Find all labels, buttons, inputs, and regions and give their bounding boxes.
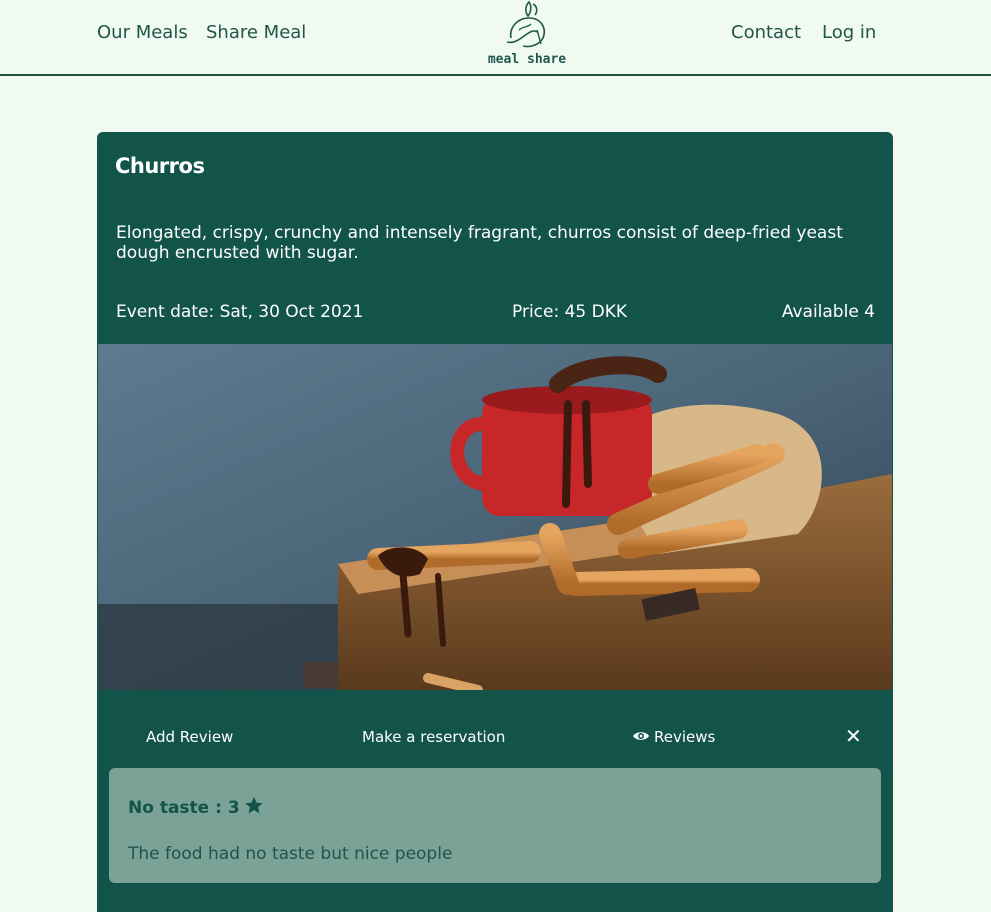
reviews-label: Reviews <box>654 728 716 746</box>
nav-contact[interactable]: Contact <box>731 22 801 43</box>
leaf-hand-logo-icon <box>506 0 545 48</box>
logo-text: meal share <box>487 52 567 67</box>
review-body: The food had no taste but nice people <box>128 844 453 864</box>
action-bar: Add Review Make a reservation Reviews ✕ <box>97 724 893 752</box>
nav-log-in[interactable]: Log in <box>822 22 876 43</box>
meal-card: Churros Elongated, crispy, crunchy and i… <box>97 132 893 912</box>
meal-description: Elongated, crispy, crunchy and intensely… <box>116 223 843 263</box>
available-count: Available 4 <box>781 302 875 322</box>
top-navbar: Our Meals Share Meal meal share Contact … <box>0 0 991 76</box>
eye-icon <box>633 732 649 740</box>
add-review-button[interactable]: Add Review <box>146 728 233 746</box>
churros-photo <box>98 344 892 690</box>
meal-share-logo[interactable]: meal share <box>484 0 570 72</box>
review-item: No taste : 3 The food had no taste but n… <box>109 768 881 883</box>
meal-title: Churros <box>115 154 205 178</box>
reviews-button[interactable]: Reviews <box>632 728 715 746</box>
review-title: No taste : 3 <box>128 796 264 818</box>
make-reservation-button[interactable]: Make a reservation <box>362 728 505 746</box>
nav-share-meal[interactable]: Share Meal <box>206 22 306 43</box>
meal-price: Price: 45 DKK <box>512 302 628 322</box>
nav-our-meals[interactable]: Our Meals <box>97 22 188 43</box>
star-icon <box>244 796 263 814</box>
review-title-text: No taste : 3 <box>128 798 240 818</box>
close-icon[interactable]: ✕ <box>845 724 862 748</box>
event-date: Event date: Sat, 30 Oct 2021 <box>116 302 364 322</box>
